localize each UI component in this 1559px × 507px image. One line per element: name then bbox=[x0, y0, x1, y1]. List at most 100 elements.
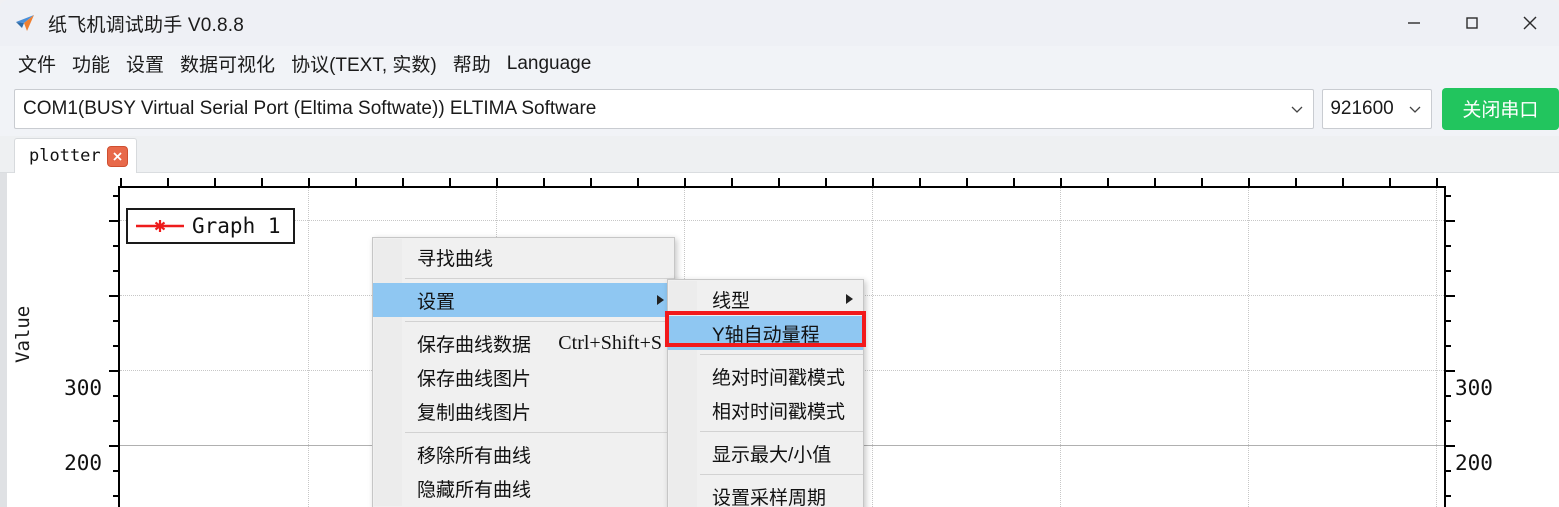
tab-close-button[interactable] bbox=[106, 145, 128, 167]
x-tick bbox=[449, 178, 451, 188]
submenu-item-label: 显示最大/小值 bbox=[712, 444, 832, 466]
submenu-item-label: 绝对时间戳模式 bbox=[712, 367, 846, 389]
port-select-value: COM1(BUSY Virtual Serial Port (Eltima So… bbox=[23, 97, 597, 119]
y-tick-minor bbox=[113, 345, 120, 347]
x-tick bbox=[637, 178, 639, 188]
submenu-item-line-type[interactable]: 线型 bbox=[668, 282, 863, 316]
menu-separator bbox=[700, 431, 863, 432]
x-tick bbox=[1013, 178, 1015, 188]
menu-protocol[interactable]: 协议(TEXT, 实数) bbox=[283, 48, 445, 79]
x-tick bbox=[684, 178, 686, 188]
menu-file[interactable]: 文件 bbox=[10, 48, 64, 79]
paper-plane-icon bbox=[14, 12, 38, 34]
close-icon bbox=[1523, 16, 1537, 30]
context-menu-item-copy-curve-image[interactable]: 复制曲线图片 bbox=[373, 394, 674, 428]
close-button[interactable] bbox=[1501, 0, 1559, 46]
y-tick-minor bbox=[1444, 395, 1451, 397]
y-tick-minor bbox=[1444, 320, 1451, 322]
title-bar: 纸飞机调试助手 V0.8.8 bbox=[0, 0, 1559, 46]
tab-plotter-label: plotter bbox=[29, 146, 101, 166]
x-tick bbox=[1060, 178, 1062, 188]
y-tick-minor bbox=[113, 420, 120, 422]
y-tick-major bbox=[109, 295, 120, 297]
context-menu-item-label: 设置 bbox=[417, 291, 456, 313]
settings-submenu[interactable]: 线型 Y轴自动量程 绝对时间戳模式 相对时间戳模式 显示最大/小值 设置采样周期 bbox=[667, 279, 864, 507]
minimize-button[interactable] bbox=[1385, 0, 1443, 46]
context-menu-item-label: 隐藏所有曲线 bbox=[417, 479, 532, 501]
baudrate-value: 921600 bbox=[1330, 97, 1394, 119]
submenu-item-y-axis-autoscale[interactable]: Y轴自动量程 bbox=[668, 316, 863, 350]
x-tick bbox=[1295, 178, 1297, 188]
submenu-item-absolute-timestamp-mode[interactable]: 绝对时间戳模式 bbox=[668, 359, 863, 393]
submenu-item-relative-timestamp-mode[interactable]: 相对时间戳模式 bbox=[668, 393, 863, 427]
context-menu-item-hide-all-curves[interactable]: 隐藏所有曲线 bbox=[373, 471, 674, 505]
port-select[interactable]: COM1(BUSY Virtual Serial Port (Eltima So… bbox=[14, 88, 1315, 129]
y-tick-minor bbox=[113, 470, 120, 472]
menu-settings[interactable]: 设置 bbox=[118, 48, 172, 79]
y-axis-label-right-300: 300 bbox=[1455, 376, 1493, 400]
chevron-right-icon bbox=[657, 295, 664, 305]
submenu-item-set-sampling-period[interactable]: 设置采样周期 bbox=[668, 479, 863, 507]
x-tick bbox=[1201, 178, 1203, 188]
y-tick-major bbox=[1444, 220, 1455, 222]
y-tick-major bbox=[109, 370, 120, 372]
y-tick-minor bbox=[113, 270, 120, 272]
submenu-item-label: Y轴自动量程 bbox=[712, 324, 820, 346]
close-icon bbox=[113, 151, 122, 161]
x-tick bbox=[496, 178, 498, 188]
context-menu-item-save-curve-data[interactable]: 保存曲线数据 Ctrl+Shift+S bbox=[373, 326, 674, 360]
y-tick-major bbox=[1444, 295, 1455, 297]
context-menu-item-label: 保存曲线图片 bbox=[417, 368, 532, 390]
y-tick-minor bbox=[1444, 245, 1451, 247]
x-tick bbox=[825, 178, 827, 188]
y-tick-minor bbox=[113, 495, 120, 497]
x-tick bbox=[1342, 178, 1344, 188]
y-tick-minor bbox=[113, 195, 120, 197]
x-tick bbox=[919, 178, 921, 188]
vertical-gridline bbox=[1248, 188, 1249, 507]
menu-function[interactable]: 功能 bbox=[64, 48, 118, 79]
context-menu[interactable]: 寻找曲线 设置 保存曲线数据 Ctrl+Shift+S 保存曲线图片 复制曲线图… bbox=[372, 237, 675, 507]
vertical-gridline bbox=[1436, 188, 1437, 507]
context-menu-item-save-curve-image[interactable]: 保存曲线图片 bbox=[373, 360, 674, 394]
x-tick bbox=[872, 178, 874, 188]
menu-data-visualization[interactable]: 数据可视化 bbox=[172, 48, 283, 79]
horizontal-gridline bbox=[120, 220, 1444, 221]
x-tick bbox=[120, 178, 122, 188]
menu-help[interactable]: 帮助 bbox=[445, 48, 499, 79]
y-tick-major bbox=[109, 220, 120, 222]
context-menu-item-settings[interactable]: 设置 bbox=[373, 283, 674, 317]
legend-entry-label: Graph 1 bbox=[192, 214, 281, 238]
submenu-item-show-max-min[interactable]: 显示最大/小值 bbox=[668, 436, 863, 470]
menu-separator bbox=[405, 432, 674, 433]
x-tick bbox=[355, 178, 357, 188]
submenu-item-label: 设置采样周期 bbox=[712, 487, 827, 507]
context-menu-item-label: 寻找曲线 bbox=[417, 248, 494, 270]
menu-bar: 文件 功能 设置 数据可视化 协议(TEXT, 实数) 帮助 Language bbox=[0, 46, 1559, 81]
menu-separator bbox=[700, 354, 863, 355]
x-tick bbox=[1389, 178, 1391, 188]
x-tick bbox=[167, 178, 169, 188]
tab-plotter[interactable]: plotter bbox=[14, 138, 137, 173]
y-tick-minor bbox=[1444, 495, 1451, 497]
context-menu-item-label: 保存曲线数据 bbox=[417, 334, 532, 356]
legend-line-marker-icon bbox=[136, 220, 184, 232]
y-tick-minor bbox=[1444, 345, 1451, 347]
context-menu-item-remove-all-curves[interactable]: 移除所有曲线 bbox=[373, 437, 674, 471]
chart-legend[interactable]: Graph 1 bbox=[126, 208, 295, 244]
window-title: 纸飞机调试助手 V0.8.8 bbox=[48, 14, 245, 36]
y-tick-minor bbox=[113, 245, 120, 247]
x-tick bbox=[778, 178, 780, 188]
x-tick bbox=[1436, 178, 1438, 188]
minimize-icon bbox=[1408, 22, 1420, 24]
maximize-button[interactable] bbox=[1443, 0, 1501, 46]
x-tick bbox=[731, 178, 733, 188]
x-tick bbox=[966, 178, 968, 188]
vertical-gridline bbox=[1060, 188, 1061, 507]
submenu-item-label: 线型 bbox=[712, 290, 751, 312]
context-menu-item-find-curve[interactable]: 寻找曲线 bbox=[373, 240, 674, 274]
baudrate-select[interactable]: 921600 bbox=[1322, 88, 1432, 129]
y-tick-minor bbox=[1444, 470, 1451, 472]
close-serial-port-button[interactable]: 关闭串口 bbox=[1441, 87, 1559, 130]
menu-language[interactable]: Language bbox=[499, 51, 600, 77]
